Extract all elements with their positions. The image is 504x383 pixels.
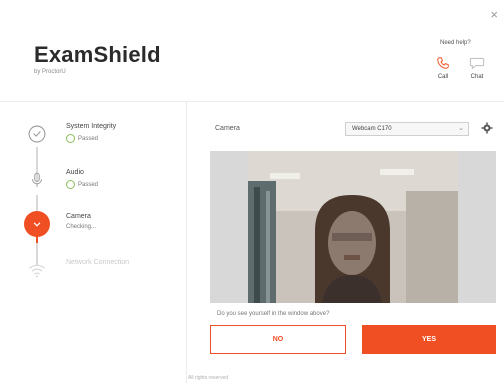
chevron-down-icon: ⌄: [458, 125, 464, 132]
step-title: System Integrity: [66, 123, 117, 130]
camera-device-value: Webcam C170: [352, 126, 392, 132]
camera-label: Camera: [215, 125, 240, 132]
step-title: Camera: [66, 213, 91, 220]
chat-button[interactable]: Chat: [466, 54, 488, 80]
step-title: Audio: [66, 169, 84, 176]
app-subtitle: by ProctorU: [34, 69, 66, 75]
step-status: Passed: [66, 134, 98, 143]
step-status-text: Passed: [78, 135, 99, 142]
chat-icon: [466, 54, 488, 72]
passed-icon: [66, 134, 75, 143]
help-title: Need help?: [440, 40, 471, 46]
wifi-icon: [24, 257, 50, 283]
camera-preview: [210, 151, 496, 303]
step-network-connection: Network Connection: [24, 257, 184, 297]
step-camera: Camera Checking...: [24, 211, 184, 251]
footer-text: All rights reserved: [188, 375, 229, 381]
steps-sidebar: System Integrity Passed Audio Passed Cam…: [0, 101, 187, 383]
no-button[interactable]: NO: [210, 325, 346, 354]
yes-button[interactable]: YES: [362, 325, 496, 354]
step-audio: Audio Passed: [24, 167, 184, 207]
camera-panel: Camera Webcam C170 ⌄ Do you see yourself…: [187, 101, 504, 383]
step-status-text: Passed: [78, 181, 99, 188]
passed-icon: [66, 180, 75, 189]
camera-device-select[interactable]: Webcam C170 ⌄: [345, 122, 469, 136]
step-title: Network Connection: [66, 259, 130, 266]
call-button[interactable]: Call: [432, 54, 454, 80]
microphone-icon: [24, 167, 50, 193]
camera-question: Do you see yourself in the window above?: [217, 311, 330, 317]
step-status: Passed: [66, 180, 98, 189]
step-status-text: Checking...: [66, 224, 97, 230]
chat-label: Chat: [470, 74, 484, 80]
app-title: ExamShield: [34, 42, 161, 67]
gear-icon[interactable]: [481, 121, 493, 134]
phone-icon: [432, 54, 454, 72]
help-panel: Need help? Call Chat: [432, 40, 496, 90]
call-label: Call: [437, 74, 449, 80]
brand: ExamShield by ProctorU: [34, 42, 161, 75]
webcam-image: [210, 151, 496, 303]
camera-icon: [24, 211, 50, 237]
step-system-integrity: System Integrity Passed: [24, 121, 184, 161]
examshield-window: × ExamShield by ProctorU Need help? Call…: [0, 0, 504, 383]
header: ExamShield by ProctorU Need help? Call C…: [0, 0, 504, 102]
camera-step-icon: [24, 211, 50, 237]
shield-icon: [24, 121, 50, 147]
step-status: Checking...: [66, 224, 96, 230]
